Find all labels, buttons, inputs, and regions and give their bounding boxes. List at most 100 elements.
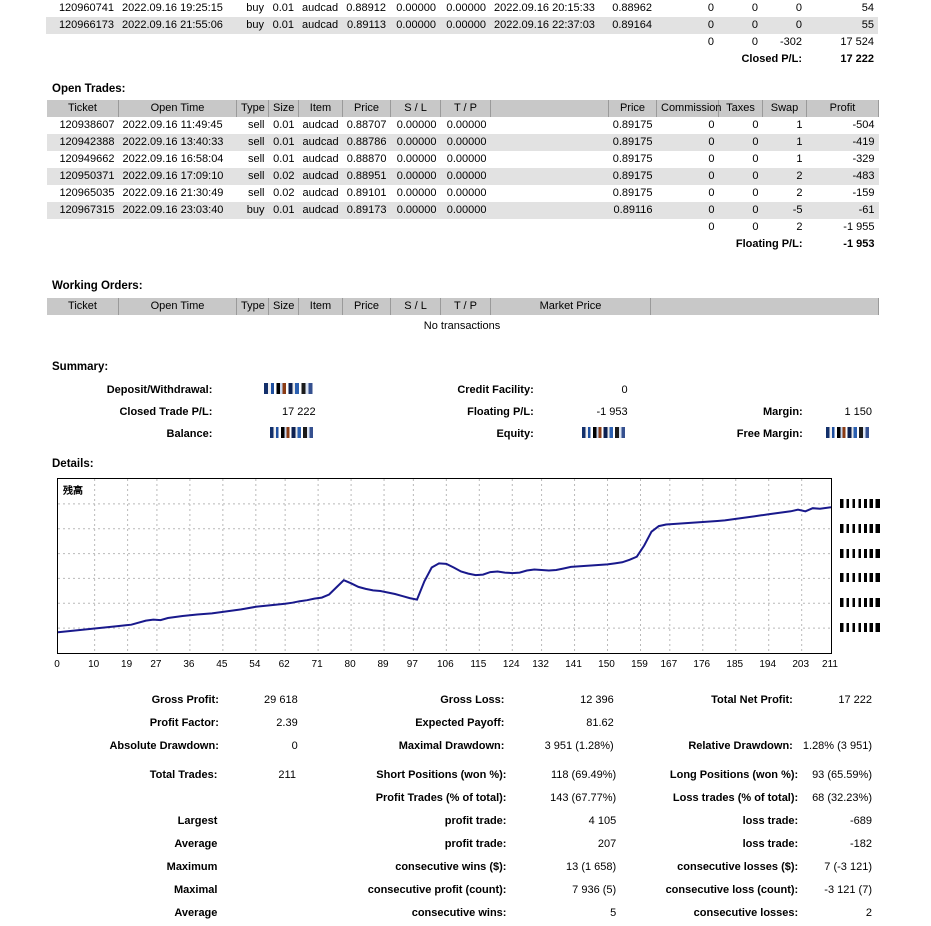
cell-size: 0.01	[273, 136, 295, 148]
cell-size: 0.02	[273, 187, 295, 199]
cell-taxes: 0	[752, 153, 759, 165]
column-header[interactable]: Open Time	[118, 100, 237, 117]
y-axis-tick-label	[840, 548, 880, 558]
cell-close-time: 2022.09.16 22:37:03	[494, 19, 595, 31]
cell-open-time: 2022.09.16 11:49:45	[122, 119, 223, 131]
y-axis-tick-redaction	[840, 498, 880, 508]
max-consecutive-wins-label: consecutive wins ($):	[395, 861, 507, 873]
cell-tp: 0.00000	[446, 136, 487, 148]
column-header[interactable]: Price	[608, 100, 657, 117]
cell-open-time: 2022.09.16 19:25:15	[122, 2, 223, 14]
column-header[interactable]: Open Time	[118, 298, 237, 315]
credit-facility-label: Credit Facility:	[457, 384, 534, 396]
equity-value	[540, 424, 632, 444]
column-header[interactable]: Size	[268, 100, 299, 117]
x-axis-tick-label: 115	[470, 659, 487, 670]
cell-market-price: 0.89175	[612, 187, 653, 199]
cell-spacer	[236, 51, 268, 68]
cell-spacer	[390, 51, 440, 68]
total-trades-label: Total Trades:	[149, 769, 218, 781]
closed-pl-row: Closed P/L: 17 222	[46, 51, 878, 68]
y-axis-tick-label	[840, 498, 880, 508]
total-swap: -302	[779, 36, 802, 48]
x-axis-tick-label: 211	[822, 659, 838, 670]
average2-blank	[223, 903, 300, 924]
cell-market-price: 0.89175	[612, 119, 653, 131]
column-header[interactable]: Commission	[656, 100, 722, 117]
column-header[interactable]: Taxes	[718, 100, 763, 117]
column-header[interactable]: Size	[268, 298, 299, 315]
cell-ticket: 120942388	[59, 136, 115, 148]
cell-commission: 0	[708, 204, 715, 216]
cell-ticket: 120966173	[58, 19, 114, 31]
cell-item: audcad	[302, 204, 339, 216]
stats-row-maximal: Maximal consecutive profit (count): 7 93…	[48, 880, 876, 901]
cell-size: 0.01	[273, 204, 295, 216]
column-header[interactable]: Price	[342, 100, 391, 117]
column-header[interactable]	[650, 298, 879, 315]
cell-taxes: 0	[752, 119, 759, 131]
column-header[interactable]: Profit	[806, 100, 879, 117]
column-header[interactable]: Type	[236, 100, 269, 117]
profit-trades-value: 143 (67.77%)	[550, 792, 617, 804]
cell-tp: 0.00000	[446, 19, 486, 31]
stats-blank-value-2	[223, 788, 300, 809]
column-header[interactable]: Ticket	[46, 298, 119, 315]
cell-taxes: 0	[752, 136, 759, 148]
absolute-drawdown-label: Absolute Drawdown:	[109, 740, 219, 752]
expected-payoff-label: Expected Payoff:	[415, 717, 505, 729]
cell-ticket: 120938607	[59, 119, 115, 131]
cell-type: sell	[247, 187, 265, 199]
cell-price: 0.89173	[346, 204, 387, 216]
column-header[interactable]: Price	[342, 298, 391, 315]
cell-price: 0.89113	[347, 19, 386, 31]
deposit-redaction	[263, 383, 316, 394]
cell-spacer	[490, 51, 608, 68]
profit-factor-value: 2.39	[276, 717, 298, 729]
x-axis-tick-label: 80	[344, 659, 356, 670]
cell-commission: 0	[708, 170, 715, 182]
cell-size: 0.01	[272, 19, 294, 31]
cell-commission: 0	[707, 2, 714, 14]
maximal-drawdown-value: 3 951 (1.28%)	[544, 740, 614, 752]
cell-item: audcad	[302, 170, 339, 182]
column-header[interactable]: Swap	[762, 100, 807, 117]
column-header[interactable]: S / L	[390, 298, 441, 315]
cell-ticket: 120967315	[59, 204, 115, 216]
maximal-consecutive-profit-value: 7 936 (5)	[572, 884, 617, 896]
cell-spacer	[46, 51, 118, 68]
cell-open-time: 2022.09.16 21:55:06	[122, 19, 223, 31]
y-axis-tick-label	[840, 623, 880, 633]
column-header[interactable]: T / P	[440, 298, 491, 315]
chart-title-label: 残高	[63, 486, 83, 497]
cell-spacer	[343, 219, 391, 236]
column-header[interactable]: Ticket	[46, 100, 119, 117]
equity-curve	[58, 506, 831, 634]
cell-market-price: 0.89116	[613, 204, 653, 216]
margin-label: Margin:	[763, 406, 803, 418]
x-axis-tick-label: 19	[121, 659, 133, 670]
cell-type: buy	[246, 2, 264, 14]
cell-price: 0.88951	[346, 170, 387, 182]
stats-row-average: Average profit trade: 207 loss trade: -1…	[48, 834, 876, 855]
cell-spacer	[342, 51, 390, 68]
table-row: 120967315 2022.09.16 23:03:40 buy 0.01 audca…	[46, 202, 879, 219]
cell-swap: 0	[795, 2, 802, 14]
column-header[interactable]	[490, 100, 609, 117]
cell-sl: 0.00000	[396, 19, 436, 31]
x-axis-tick-label: 185	[726, 659, 744, 670]
cell-price: 0.88786	[346, 136, 387, 148]
column-header[interactable]: Market Price	[490, 298, 651, 315]
column-header[interactable]: Type	[236, 298, 269, 315]
deposit-value	[218, 380, 319, 400]
column-header[interactable]: Item	[298, 100, 343, 117]
column-header[interactable]: Item	[298, 298, 343, 315]
gross-loss-value: 12 396	[580, 694, 614, 706]
short-positions-value: 118 (69.49%)	[550, 769, 617, 781]
cell-tp: 0.00000	[446, 2, 486, 14]
column-header[interactable]: S / L	[390, 100, 441, 117]
column-header[interactable]: T / P	[440, 100, 491, 117]
largest-loss-trade-value: -689	[849, 815, 872, 827]
cell-spacer	[343, 236, 391, 253]
cell-type: buy	[246, 204, 265, 216]
